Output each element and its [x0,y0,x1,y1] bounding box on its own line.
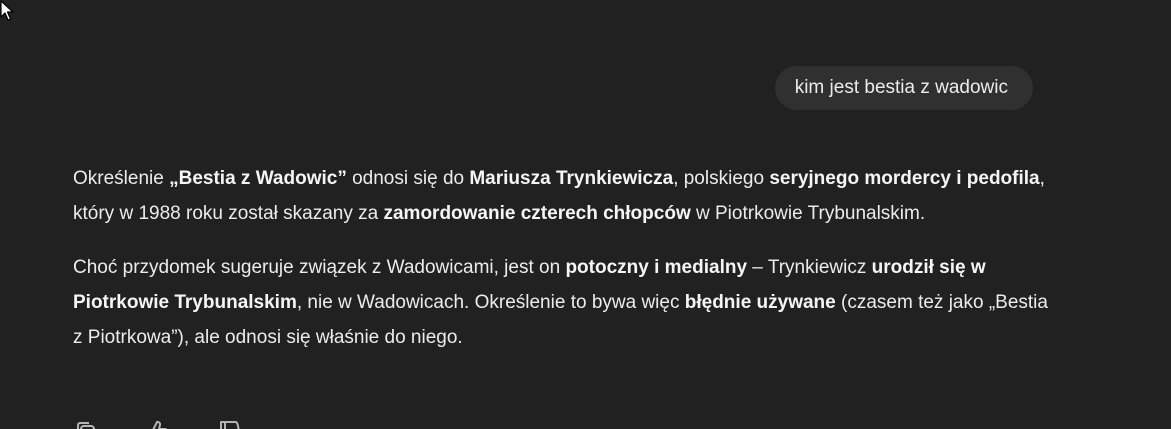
copy-icon[interactable] [73,418,99,429]
message-actions [73,418,243,429]
mouse-cursor-icon [0,0,14,21]
thumbs-down-icon[interactable] [217,418,243,429]
text-run: w Piotrkowie Trybunalskim. [690,203,926,224]
user-message-row: kim jest bestia z wadowic [774,66,1033,110]
bold-run: błędnie używane [684,292,836,313]
bold-run: Mariusza Trynkiewicza [469,168,674,189]
assistant-paragraph-1: Określenie „Bestia z Wadowic” odnosi się… [73,161,1048,231]
bold-run: seryjnego mordercy i pedofila [769,168,1040,189]
text-run: , nie w Wadowicach. Określenie to bywa w… [296,292,685,313]
user-message-text: kim jest bestia z wadowic [794,77,1008,98]
assistant-paragraph-2: Choć przydomek sugeruje związek z Wadowi… [73,250,1048,355]
assistant-message: Określenie „Bestia z Wadowic” odnosi się… [73,161,1048,374]
text-run: odnosi się do [346,168,470,189]
bold-run: „Bestia z Wadowic” [169,168,347,189]
text-run: Określenie [73,168,170,189]
bold-run: potoczny i medialny [565,257,748,278]
text-run: , polskiego [673,168,770,189]
user-message-bubble: kim jest bestia z wadowic [774,66,1033,110]
text-run: Choć przydomek sugeruje związek z Wadowi… [73,257,566,278]
thumbs-up-icon[interactable] [145,418,171,429]
bold-run: zamordowanie czterech chłopców [383,203,691,224]
text-run: – Trynkiewicz [747,257,872,278]
